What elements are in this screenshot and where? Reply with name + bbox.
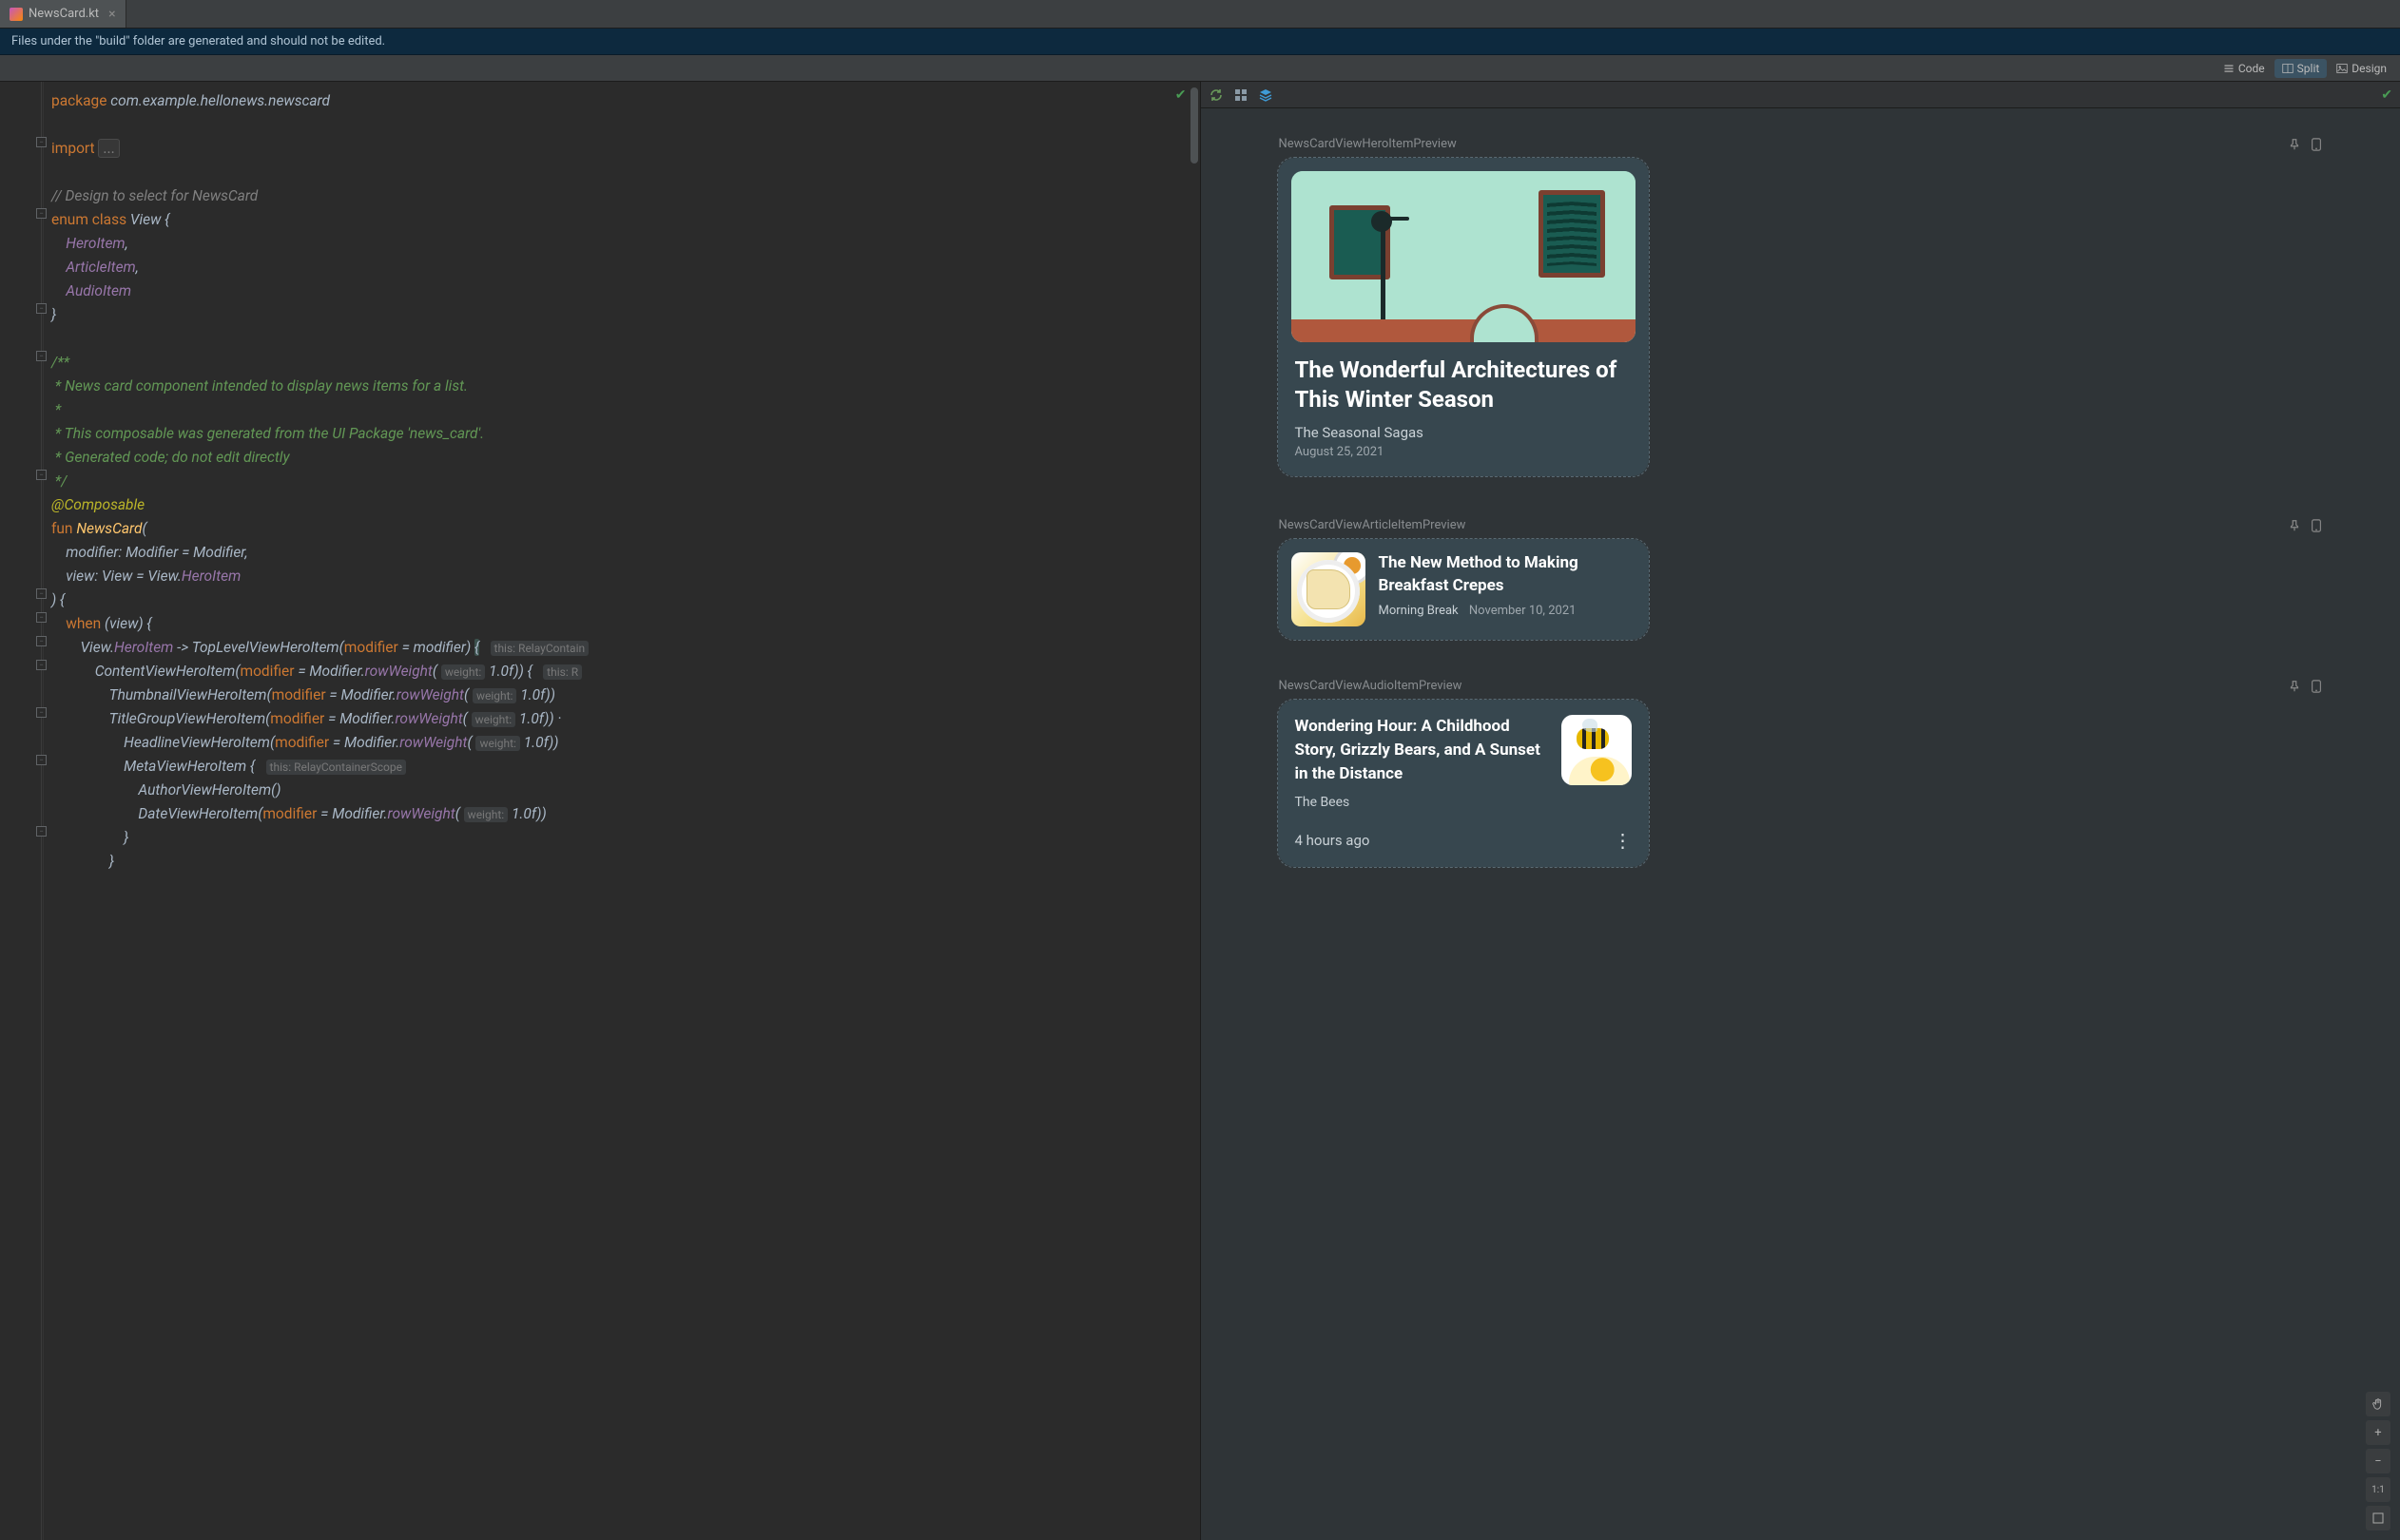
- hand-icon: [2371, 1397, 2385, 1411]
- folded-imports[interactable]: ...: [98, 139, 119, 158]
- fold-toggle-icon[interactable]: −: [36, 588, 47, 599]
- preview-label: NewsCardViewAudioItemPreview: [1279, 679, 1462, 693]
- design-surface[interactable]: NewsCardViewHeroItemPreview: [1201, 108, 2400, 1540]
- file-tab-newscard[interactable]: NewsCard.kt ×: [0, 0, 126, 28]
- article-card: The New Method to Making Breakfast Crepe…: [1278, 539, 1649, 640]
- kotlin-file-icon: [10, 8, 23, 21]
- more-icon[interactable]: ⋮: [1614, 829, 1632, 852]
- hero-headline: The Wonderful Architectures of This Wint…: [1295, 356, 1632, 414]
- inspection-ok-icon[interactable]: ✔: [2381, 87, 2392, 103]
- preview-audio: NewsCardViewAudioItemPreview Wondering H…: [1277, 679, 2325, 871]
- hero-card: The Wonderful Architectures of This Wint…: [1278, 158, 1649, 476]
- fold-toggle-icon[interactable]: −: [36, 755, 47, 765]
- fold-toggle-icon[interactable]: −: [36, 660, 47, 670]
- scrollbar-thumb[interactable]: [1190, 87, 1198, 164]
- zoom-in-button[interactable]: +: [2366, 1420, 2390, 1445]
- list-icon: [2223, 63, 2235, 74]
- zoom-controls: + − 1:1: [2366, 1392, 2390, 1530]
- design-toolbar: ✔: [1201, 82, 2400, 108]
- view-mode-split[interactable]: Split: [2274, 59, 2328, 78]
- hero-thumbnail: [1291, 171, 1635, 342]
- fold-toggle-icon[interactable]: −: [36, 612, 47, 623]
- device-icon[interactable]: [2311, 519, 2322, 532]
- zoom-out-button[interactable]: −: [2366, 1449, 2390, 1473]
- hero-date: August 25, 2021: [1295, 445, 1632, 459]
- device-icon[interactable]: [2311, 138, 2322, 151]
- hero-author: The Seasonal Sagas: [1295, 424, 1632, 441]
- audio-headline: Wondering Hour: A Childhood Story, Grizz…: [1295, 715, 1548, 785]
- editor-scrollbar[interactable]: [1189, 82, 1200, 1540]
- editor-tab-row: NewsCard.kt ×: [0, 0, 2400, 29]
- inspection-ok-icon[interactable]: ✔: [1175, 87, 1187, 103]
- code-editor-pane: − − − − − − − − − − − − package com.exam…: [0, 82, 1201, 1540]
- fold-toggle-icon[interactable]: −: [36, 303, 47, 314]
- pin-icon[interactable]: [2288, 519, 2301, 532]
- article-headline: The New Method to Making Breakfast Crepe…: [1379, 552, 1635, 598]
- layout-icon[interactable]: [1233, 87, 1248, 103]
- preview-label: NewsCardViewArticleItemPreview: [1279, 518, 1466, 532]
- fold-toggle-icon[interactable]: −: [36, 137, 47, 147]
- code-editor[interactable]: package com.example.hellonews.newscardim…: [44, 82, 1200, 1540]
- pin-icon[interactable]: [2288, 138, 2301, 151]
- fold-toggle-icon[interactable]: −: [36, 826, 47, 837]
- editor-gutter[interactable]: − − − − − − − − − − − −: [0, 82, 44, 1540]
- view-mode-design-label: Design: [2352, 62, 2387, 75]
- view-mode-toolbar: Code Split Design: [0, 55, 2400, 82]
- zoom-fit-button[interactable]: [2366, 1506, 2390, 1530]
- preview-article: NewsCardViewArticleItemPreview: [1277, 518, 2325, 641]
- audio-author: The Bees: [1295, 795, 1548, 810]
- split-icon: [2282, 63, 2294, 74]
- fold-toggle-icon[interactable]: −: [36, 636, 47, 646]
- article-date: November 10, 2021: [1469, 604, 1577, 618]
- article-author: Morning Break: [1379, 604, 1459, 618]
- audio-thumbnail: [1561, 715, 1632, 785]
- audio-timestamp: 4 hours ago: [1295, 832, 1370, 849]
- generated-file-banner: Files under the "build" folder are gener…: [0, 29, 2400, 55]
- fold-toggle-icon[interactable]: −: [36, 351, 47, 361]
- banner-text: Files under the "build" folder are gener…: [11, 34, 385, 48]
- fit-icon: [2372, 1512, 2384, 1524]
- pin-icon[interactable]: [2288, 680, 2301, 693]
- view-mode-code-label: Code: [2238, 62, 2265, 75]
- preview-label: NewsCardViewHeroItemPreview: [1279, 137, 1457, 151]
- file-tab-label: NewsCard.kt: [29, 7, 99, 21]
- pan-button[interactable]: [2366, 1392, 2390, 1416]
- view-mode-code[interactable]: Code: [2216, 59, 2273, 78]
- layers-icon[interactable]: [1258, 87, 1273, 103]
- design-preview-pane: ✔ NewsCardViewHeroItemPreview: [1201, 82, 2400, 1540]
- device-icon[interactable]: [2311, 680, 2322, 693]
- view-mode-design[interactable]: Design: [2329, 59, 2394, 78]
- fold-toggle-icon[interactable]: −: [36, 208, 47, 219]
- refresh-icon[interactable]: [1209, 87, 1224, 103]
- close-icon[interactable]: ×: [108, 8, 115, 21]
- fold-toggle-icon[interactable]: −: [36, 707, 47, 718]
- zoom-reset-button[interactable]: 1:1: [2366, 1477, 2390, 1502]
- audio-card: Wondering Hour: A Childhood Story, Grizz…: [1278, 700, 1649, 867]
- fold-toggle-icon[interactable]: −: [36, 470, 47, 480]
- image-icon: [2336, 63, 2348, 74]
- view-mode-split-label: Split: [2297, 62, 2320, 75]
- article-thumbnail: [1291, 552, 1365, 626]
- preview-hero: NewsCardViewHeroItemPreview: [1277, 137, 2325, 480]
